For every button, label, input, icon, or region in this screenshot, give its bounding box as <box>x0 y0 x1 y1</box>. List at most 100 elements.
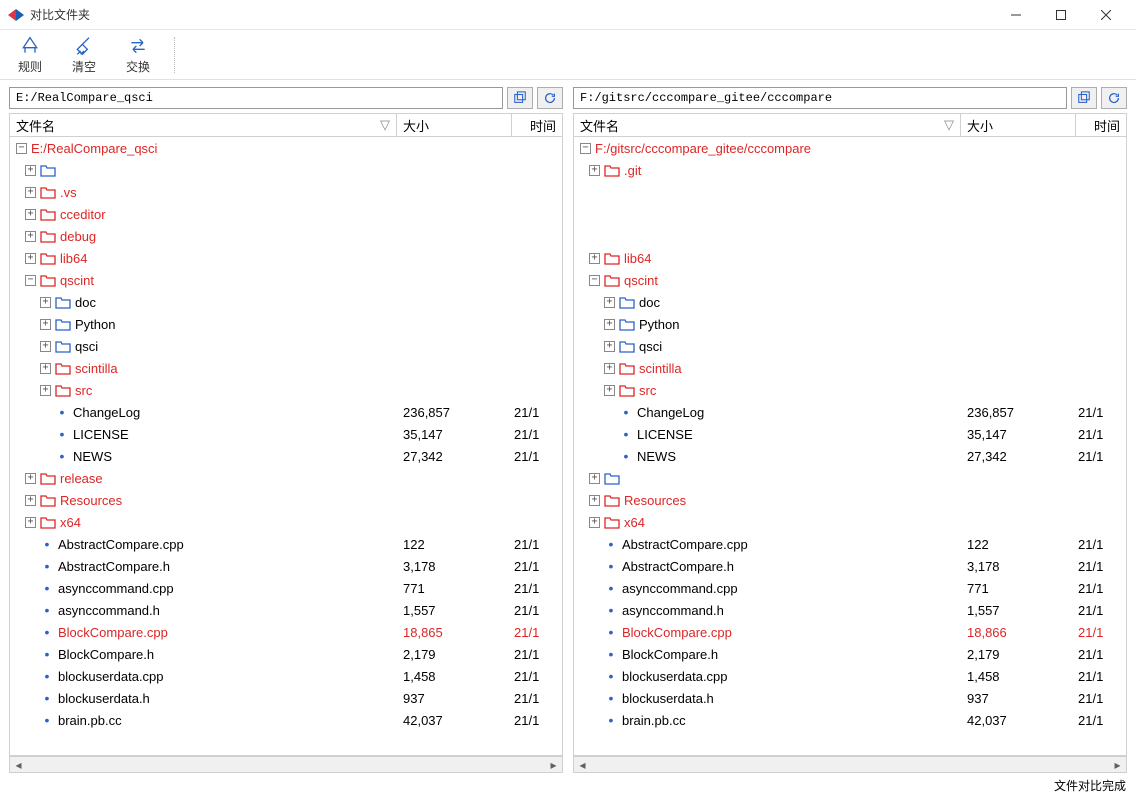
tree-folder[interactable] <box>10 159 562 181</box>
expander-icon[interactable] <box>604 341 615 352</box>
right-header-time[interactable]: 时间 <box>1076 114 1126 136</box>
right-path-input[interactable] <box>573 87 1067 109</box>
tree-file[interactable]: •asynccommand.h1,55721/1 <box>10 599 562 621</box>
tree-file[interactable]: •NEWS27,34221/1 <box>10 445 562 467</box>
right-browse-button[interactable] <box>1071 87 1097 109</box>
left-header-size[interactable]: 大小 <box>397 114 512 136</box>
tree-folder[interactable]: x64 <box>574 511 1126 533</box>
tree-file[interactable]: •BlockCompare.cpp18,86521/1 <box>10 621 562 643</box>
left-header-name[interactable]: 文件名▽ <box>10 114 397 136</box>
tree-file[interactable] <box>574 181 1126 203</box>
close-button[interactable] <box>1083 1 1128 29</box>
tree-folder[interactable]: qsci <box>10 335 562 357</box>
tree-folder[interactable]: src <box>10 379 562 401</box>
right-header-size[interactable]: 大小 <box>961 114 1076 136</box>
tree-file[interactable]: •LICENSE35,14721/1 <box>574 423 1126 445</box>
maximize-button[interactable] <box>1038 1 1083 29</box>
expander-icon[interactable] <box>25 187 36 198</box>
tree-file[interactable]: •blockuserdata.cpp1,45821/1 <box>574 665 1126 687</box>
tree-folder[interactable]: qscint <box>10 269 562 291</box>
right-header-name[interactable]: 文件名▽ <box>574 114 961 136</box>
right-tree[interactable]: F:/gitsrc/cccompare_gitee/cccompare.git l… <box>573 137 1127 756</box>
tree-file[interactable]: •AbstractCompare.h3,17821/1 <box>574 555 1126 577</box>
tree-folder[interactable]: scintilla <box>574 357 1126 379</box>
tree-folder[interactable]: scintilla <box>10 357 562 379</box>
tree-file[interactable]: •asynccommand.h1,55721/1 <box>574 599 1126 621</box>
tree-folder[interactable]: .vs <box>10 181 562 203</box>
tree-folder[interactable]: x64 <box>10 511 562 533</box>
left-refresh-button[interactable] <box>537 87 563 109</box>
right-hscroll[interactable]: ◂ ▸ <box>573 756 1127 773</box>
tree-folder[interactable]: Resources <box>10 489 562 511</box>
scroll-left-icon[interactable]: ◂ <box>574 757 591 772</box>
tree-file[interactable]: •asynccommand.cpp77121/1 <box>574 577 1126 599</box>
tree-file[interactable]: •BlockCompare.cpp18,86621/1 <box>574 621 1126 643</box>
expander-icon[interactable] <box>589 275 600 286</box>
tree-folder[interactable]: cceditor <box>10 203 562 225</box>
swap-button[interactable]: 交换 <box>118 35 158 75</box>
expander-icon[interactable] <box>25 495 36 506</box>
tree-file[interactable]: •NEWS27,34221/1 <box>574 445 1126 467</box>
left-header-time[interactable]: 时间 <box>512 114 562 136</box>
expander-icon[interactable] <box>25 253 36 264</box>
tree-folder[interactable] <box>574 467 1126 489</box>
expander-icon[interactable] <box>25 231 36 242</box>
minimize-button[interactable] <box>993 1 1038 29</box>
tree-file[interactable]: •AbstractCompare.cpp12221/1 <box>10 533 562 555</box>
expander-icon[interactable] <box>25 165 36 176</box>
expander-icon[interactable] <box>25 517 36 528</box>
tree-file[interactable]: •ChangeLog236,85721/1 <box>10 401 562 423</box>
tree-folder[interactable]: debug <box>10 225 562 247</box>
right-refresh-button[interactable] <box>1101 87 1127 109</box>
scroll-right-icon[interactable]: ▸ <box>545 757 562 772</box>
tree-file[interactable]: •BlockCompare.h2,17921/1 <box>574 643 1126 665</box>
left-column-headers[interactable]: 文件名▽ 大小 时间 <box>9 113 563 137</box>
tree-file[interactable] <box>574 203 1126 225</box>
right-column-headers[interactable]: 文件名▽ 大小 时间 <box>573 113 1127 137</box>
expander-icon[interactable] <box>40 363 51 374</box>
tree-folder[interactable]: doc <box>574 291 1126 313</box>
rules-button[interactable]: 规则 <box>10 35 50 75</box>
left-hscroll[interactable]: ◂ ▸ <box>9 756 563 773</box>
tree-file[interactable]: •blockuserdata.cpp1,45821/1 <box>10 665 562 687</box>
expander-icon[interactable] <box>604 297 615 308</box>
expander-icon[interactable] <box>25 209 36 220</box>
tree-folder[interactable]: qscint <box>574 269 1126 291</box>
tree-folder[interactable]: doc <box>10 291 562 313</box>
expander-icon[interactable] <box>40 319 51 330</box>
tree-folder[interactable]: src <box>574 379 1126 401</box>
tree-root[interactable]: E:/RealCompare_qsci <box>10 137 562 159</box>
tree-file[interactable]: •asynccommand.cpp77121/1 <box>10 577 562 599</box>
tree-file[interactable] <box>574 225 1126 247</box>
expander-icon[interactable] <box>580 143 591 154</box>
expander-icon[interactable] <box>589 495 600 506</box>
expander-icon[interactable] <box>40 297 51 308</box>
tree-file[interactable]: •BlockCompare.h2,17921/1 <box>10 643 562 665</box>
tree-file[interactable]: •brain.pb.cc42,03721/1 <box>574 709 1126 731</box>
expander-icon[interactable] <box>589 517 600 528</box>
tree-folder[interactable]: qsci <box>574 335 1126 357</box>
left-browse-button[interactable] <box>507 87 533 109</box>
tree-root[interactable]: F:/gitsrc/cccompare_gitee/cccompare <box>574 137 1126 159</box>
expander-icon[interactable] <box>589 165 600 176</box>
tree-folder[interactable]: Python <box>574 313 1126 335</box>
tree-folder[interactable]: .git <box>574 159 1126 181</box>
tree-file[interactable]: •brain.pb.cc42,03721/1 <box>10 709 562 731</box>
scroll-right-icon[interactable]: ▸ <box>1109 757 1126 772</box>
expander-icon[interactable] <box>604 319 615 330</box>
expander-icon[interactable] <box>25 473 36 484</box>
left-path-input[interactable] <box>9 87 503 109</box>
tree-folder[interactable]: lib64 <box>10 247 562 269</box>
tree-file[interactable]: •AbstractCompare.cpp12221/1 <box>574 533 1126 555</box>
expander-icon[interactable] <box>25 275 36 286</box>
tree-folder[interactable]: Resources <box>574 489 1126 511</box>
expander-icon[interactable] <box>16 143 27 154</box>
tree-folder[interactable]: Python <box>10 313 562 335</box>
expander-icon[interactable] <box>589 473 600 484</box>
clear-button[interactable]: 清空 <box>64 35 104 75</box>
tree-folder[interactable]: release <box>10 467 562 489</box>
tree-file[interactable]: •blockuserdata.h93721/1 <box>10 687 562 709</box>
expander-icon[interactable] <box>40 385 51 396</box>
tree-folder[interactable]: lib64 <box>574 247 1126 269</box>
expander-icon[interactable] <box>589 253 600 264</box>
